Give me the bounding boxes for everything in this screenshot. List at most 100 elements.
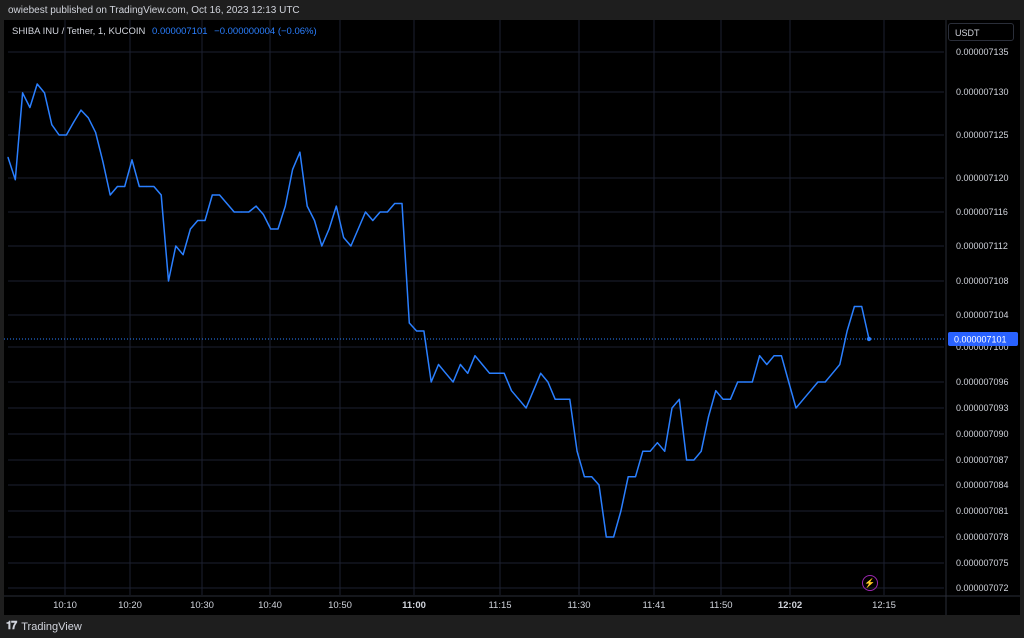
y-tick-label: 0.000007116 (956, 207, 1008, 217)
x-tick-label: 10:10 (53, 600, 77, 611)
y-tick-label: 0.000007075 (956, 558, 1009, 568)
data-point (313, 219, 316, 222)
y-tick-label: 0.000007072 (956, 583, 1009, 593)
data-point (802, 398, 804, 400)
price-chart[interactable]: 0.000007072 0.000007075 0.000007078 0.00000… (4, 20, 1020, 615)
data-point (58, 134, 60, 136)
data-point (240, 211, 243, 213)
data-point (861, 305, 863, 308)
data-point (788, 381, 790, 383)
data-point (124, 185, 126, 188)
data-point (846, 330, 848, 332)
data-point (138, 185, 140, 188)
data-point (722, 398, 724, 400)
y-tick-label: 0.000007093 (956, 403, 1009, 413)
x-tick-label: 10:40 (258, 600, 282, 611)
data-point (255, 205, 257, 207)
data-point (226, 202, 228, 205)
data-point (65, 134, 67, 136)
data-point (14, 179, 16, 181)
y-tick-label: 0.000007090 (956, 429, 1009, 439)
data-point (51, 124, 53, 126)
data-point (233, 211, 235, 213)
data-point (284, 205, 286, 207)
data-point (780, 355, 783, 357)
data-point (29, 106, 31, 109)
data-point (7, 156, 9, 158)
data-point (401, 202, 403, 205)
data-point (102, 161, 104, 163)
data-point (211, 194, 213, 196)
price-change: −0.000000004 (−0.06%) (214, 26, 317, 37)
data-point (496, 372, 498, 374)
data-point (561, 398, 564, 400)
data-point (364, 211, 367, 213)
data-point (459, 363, 461, 366)
x-tick-label: 10:20 (118, 600, 142, 611)
data-point (686, 459, 688, 461)
data-point (182, 254, 184, 256)
data-point (416, 330, 418, 332)
data-point (87, 117, 89, 119)
x-tick-label: 10:50 (328, 600, 352, 611)
data-point (693, 459, 695, 461)
data-point (343, 236, 345, 239)
data-point (583, 476, 586, 478)
data-point (540, 372, 542, 374)
y-tick-label: 0.000007125 (956, 130, 1009, 140)
data-point (481, 363, 483, 366)
brand-name: TradingView (21, 620, 82, 633)
data-point (372, 219, 374, 222)
data-point (627, 476, 629, 478)
data-point (795, 407, 797, 409)
symbol-label[interactable]: SHIBA INU / Tether, 1, KUCOIN (12, 26, 145, 37)
y-tick-label: 0.000007081 (956, 506, 1009, 516)
x-tick-label: 11:50 (709, 600, 732, 611)
currency-button[interactable]: USDT (948, 23, 1014, 41)
data-point (839, 363, 841, 366)
data-point (664, 450, 666, 452)
data-point (423, 330, 425, 332)
data-point (715, 390, 717, 392)
data-point (671, 407, 673, 409)
data-point (299, 151, 301, 153)
data-point (277, 228, 279, 230)
lightning-icon[interactable]: ⚡ (862, 575, 878, 591)
data-point (547, 381, 549, 383)
data-point (605, 536, 607, 538)
chart-panel[interactable]: 0.000007072 0.000007075 0.000007078 0.00000… (4, 20, 1020, 615)
data-point (634, 476, 637, 478)
data-point (700, 450, 702, 452)
data-point (80, 109, 82, 111)
top-bar: owiebest published on TradingView.com, O… (0, 0, 1024, 20)
data-point (292, 168, 294, 170)
data-point (569, 398, 571, 400)
data-point (73, 121, 75, 123)
data-point (810, 390, 812, 392)
last-price-label: 0.000007101 (954, 335, 1007, 345)
data-point (22, 92, 24, 94)
data-point (146, 185, 148, 188)
data-point (766, 363, 768, 366)
last-value: 0.000007101 (152, 26, 208, 37)
data-point (36, 83, 38, 85)
brand[interactable]: 𝟏𝟕 TradingView (6, 620, 82, 633)
data-point (270, 228, 272, 230)
x-tick-label: 11:15 (488, 600, 511, 611)
data-point (729, 398, 732, 400)
data-point (116, 185, 118, 188)
x-tick-label: 11:00 (402, 600, 426, 611)
data-point (678, 398, 680, 400)
tradingview-logo-icon: 𝟏𝟕 (6, 620, 17, 632)
data-point (613, 536, 615, 538)
data-point (95, 131, 97, 133)
data-point (43, 92, 46, 94)
data-point (467, 372, 469, 374)
data-point (175, 245, 177, 247)
data-point (503, 372, 505, 374)
data-point (357, 228, 359, 230)
y-tick-label: 0.000007104 (956, 310, 1009, 320)
y-tick-label: 0.000007135 (956, 47, 1009, 57)
data-point (649, 450, 651, 452)
data-point (379, 211, 381, 213)
